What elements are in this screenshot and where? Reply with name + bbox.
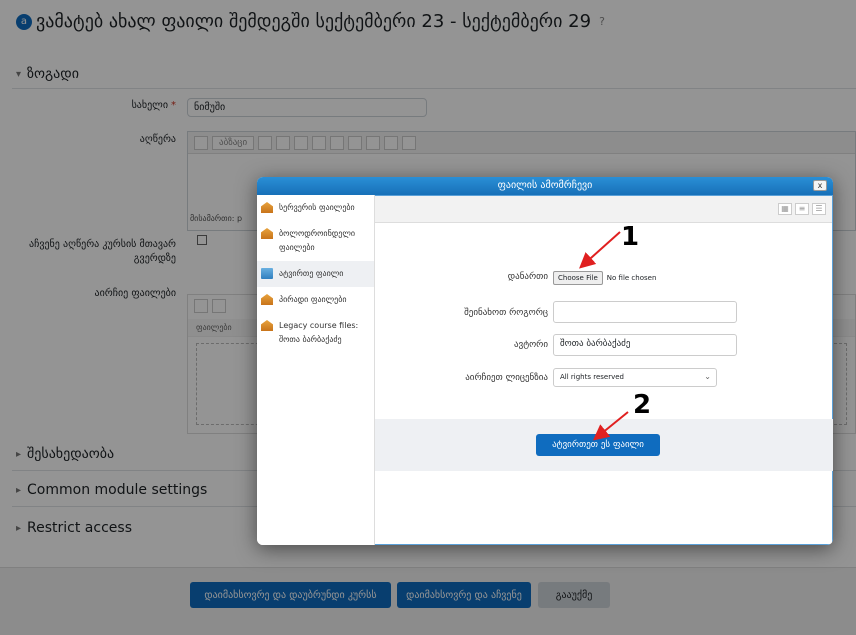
step-2-annotation: 2 <box>633 390 652 420</box>
sidebar-item-upload[interactable]: ატვირთე ფაილი <box>257 261 374 287</box>
upload-file-button[interactable]: ატვირთეთ ეს ფაილი <box>536 434 660 456</box>
file-input[interactable]: Choose File No file chosen <box>553 271 656 285</box>
sidebar-item-label: ბოლოდროინდელი ფაილები <box>279 229 356 252</box>
sidebar-item-label: ატვირთე ფაილი <box>279 269 344 278</box>
repository-icon <box>261 202 273 213</box>
sidebar-item-legacy-files[interactable]: Legacy course files: შოთა ბარბაქაძე <box>257 313 374 353</box>
close-icon[interactable]: x <box>813 180 827 191</box>
view-switcher: ▦ ≡ ☰ <box>778 203 826 215</box>
sidebar-item-label: Legacy course files: შოთა ბარბაქაძე <box>279 321 359 344</box>
dialog-toolbar: ▦ ≡ ☰ <box>375 196 832 223</box>
no-file-text: No file chosen <box>606 274 657 282</box>
attachment-label: დანართი <box>507 272 548 282</box>
upload-icon <box>261 268 273 279</box>
save-as-input[interactable] <box>553 301 737 323</box>
tree-view-icon[interactable]: ☰ <box>812 203 826 215</box>
author-label: ავტორი <box>514 340 548 350</box>
list-view-icon[interactable]: ≡ <box>795 203 809 215</box>
author-input[interactable]: შოთა ბარბაქაძე <box>553 334 737 356</box>
chevron-down-icon: ⌄ <box>704 372 711 381</box>
license-select-value: All rights reserved <box>560 373 624 381</box>
sidebar-item-label: პირადი ფაილები <box>279 295 347 304</box>
icon-view-icon[interactable]: ▦ <box>778 203 792 215</box>
license-select[interactable]: All rights reserved ⌄ <box>553 368 717 387</box>
sidebar-item-label: სერვერის ფაილები <box>279 203 355 212</box>
repository-icon <box>261 294 273 305</box>
dialog-header: ფაილის ამომრჩევი x <box>257 177 833 195</box>
sidebar-item-private-files[interactable]: პირადი ფაილები <box>257 287 374 313</box>
file-picker-dialog: ფაილის ამომრჩევი x სერვერის ფაილები ბოლო… <box>257 177 833 545</box>
license-label: აირჩიეთ ლიცენზია <box>465 373 548 383</box>
save-as-label: შეინახოთ როგორც <box>464 308 548 318</box>
repository-sidebar: სერვერის ფაილები ბოლოდროინდელი ფაილები ა… <box>257 195 375 545</box>
step-1-annotation: 1 <box>621 222 640 252</box>
sidebar-item-server-files[interactable]: სერვერის ფაილები <box>257 195 374 221</box>
dialog-title: ფაილის ამომრჩევი <box>497 180 593 191</box>
repository-icon <box>261 320 273 331</box>
choose-file-button[interactable]: Choose File <box>553 271 603 285</box>
sidebar-item-recent-files[interactable]: ბოლოდროინდელი ფაილები <box>257 221 374 261</box>
repository-icon <box>261 228 273 239</box>
